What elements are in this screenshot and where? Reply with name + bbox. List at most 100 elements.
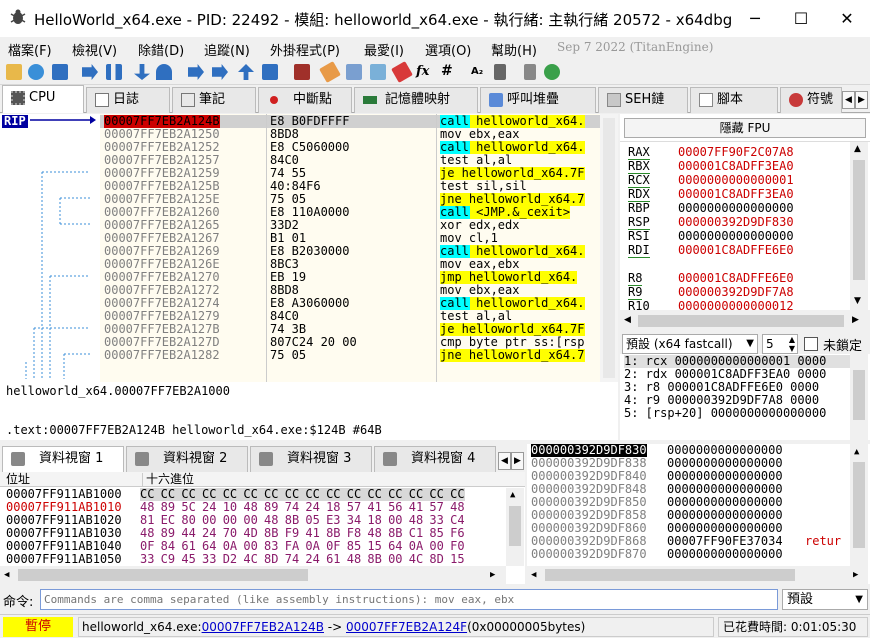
dump-hscrollbar-thumb[interactable] <box>18 569 308 581</box>
arguments-view[interactable]: 1: rcx 0000000000000001 0000 2: rdx 00000… <box>620 354 870 440</box>
stack-view[interactable]: 000000392D9DF830 0000000000000000 00000039… <box>527 444 870 584</box>
pause-icon[interactable] <box>106 64 122 80</box>
command-mode-select[interactable]: 預設 ▼ <box>782 589 868 610</box>
spinner-arrows-icon[interactable]: ▲ ▼ <box>789 335 795 353</box>
argument-count-spinner[interactable]: 5 ▲ ▼ <box>762 334 798 354</box>
dump-tab-scroll-right-button[interactable]: ▶ <box>511 452 524 470</box>
stop-icon[interactable] <box>52 64 68 80</box>
argument-row[interactable]: 1: rcx 0000000000000001 0000 <box>624 355 852 368</box>
trace-over-icon[interactable] <box>212 64 228 80</box>
registers-hscroll-left-icon[interactable]: ◀ <box>624 315 631 325</box>
tab-dump-4[interactable]: 資料視窗 4 <box>374 446 496 472</box>
hide-fpu-button[interactable]: 隱藏 FPU <box>624 118 866 138</box>
run-icon[interactable] <box>82 64 98 80</box>
tab-dump-1[interactable]: 資料視窗 1 <box>2 446 124 472</box>
registers-hscroll-right-icon[interactable]: ▶ <box>852 315 859 325</box>
status-to-link[interactable]: 00007FF7EB2A124F <box>346 620 467 634</box>
minimize-button[interactable]: ─ <box>732 0 778 37</box>
execute-till-return-icon[interactable] <box>238 64 254 80</box>
menu-help[interactable]: 幫助(H) <box>491 40 537 59</box>
register-name[interactable]: R9 <box>628 286 643 300</box>
disassembly-scrollbar-thumb[interactable] <box>603 118 615 378</box>
register-value[interactable]: 000001C8ADFF3EA0 <box>678 188 794 201</box>
stack-hscroll-left-icon[interactable]: ◀ <box>531 569 536 582</box>
arguments-scrollbar-thumb[interactable] <box>853 370 865 420</box>
step-over-icon[interactable] <box>156 64 172 80</box>
calculator-icon[interactable] <box>524 64 536 80</box>
register-value[interactable]: 000000392D9DF830 <box>678 216 794 229</box>
argument-row[interactable]: 4: r9 000000392D9DF7A8 0000 <box>624 394 852 407</box>
register-name[interactable]: RBX <box>628 160 650 174</box>
hash-icon[interactable]: # <box>441 63 453 79</box>
strings-icon[interactable] <box>494 64 506 80</box>
dump-hscroll-left-icon[interactable]: ◀ <box>4 569 9 582</box>
dump-row[interactable]: 00007FF911AB1050 33 C9 45 33 D2 4C 8D 74 … <box>0 553 506 566</box>
register-value[interactable]: 0000000000000001 <box>678 174 794 187</box>
tab-seh[interactable]: SEH鏈 <box>598 87 688 113</box>
stack-scrollbar-thumb[interactable] <box>853 462 865 548</box>
comments-icon[interactable] <box>346 64 362 80</box>
register-value[interactable]: 00007FF90F2C07A8 <box>678 146 794 159</box>
tab-cpu[interactable]: CPU <box>2 85 84 113</box>
argument-row[interactable]: 3: r8 000001C8ADFFE6E0 0000 <box>624 381 852 394</box>
dump-scroll-up-icon[interactable]: ▲ <box>510 489 515 502</box>
tab-breakpoints[interactable]: 中斷點 <box>258 87 352 113</box>
run-to-user-code-icon[interactable] <box>262 64 278 80</box>
register-name[interactable]: R8 <box>628 272 643 286</box>
register-value[interactable]: 000001C8ADFFE6E0 <box>678 272 794 285</box>
register-name[interactable]: RBP <box>628 202 650 215</box>
tab-notes[interactable]: 筆記 <box>172 87 256 113</box>
tab-log[interactable]: 日誌 <box>86 87 170 113</box>
arguments-scrollbar[interactable] <box>850 354 868 440</box>
register-value[interactable]: 000001C8ADFF3EA0 <box>678 160 794 173</box>
function-icon[interactable]: fx <box>416 64 429 79</box>
argument-row[interactable]: 2: rdx 000001C8ADFF3EA0 0000 <box>624 368 852 381</box>
register-name[interactable]: RDX <box>628 188 650 202</box>
stack-hscrollbar[interactable]: ◀ ▶ <box>527 566 868 584</box>
registers-scrollbar[interactable]: ▲ ▼ <box>850 142 868 310</box>
stack-scroll-up-icon[interactable]: ▲ <box>854 446 859 459</box>
dump-hscrollbar[interactable]: ◀ ▶ <box>0 566 506 584</box>
tab-dump-2[interactable]: 資料視窗 2 <box>126 446 248 472</box>
tab-scroll-left-button[interactable]: ◀ <box>842 91 855 109</box>
close-button[interactable]: ✕ <box>824 0 870 37</box>
menu-favourites[interactable]: 最愛(I) <box>364 40 404 59</box>
tab-symbols[interactable]: 符號 <box>780 87 842 113</box>
registers-scroll-down-icon[interactable]: ▼ <box>854 296 861 306</box>
menu-plugins[interactable]: 外掛程式(P) <box>270 40 340 59</box>
maximize-button[interactable]: ☐ <box>778 0 824 37</box>
font-icon[interactable]: A₂ <box>471 66 483 77</box>
register-value[interactable]: 000001C8ADFFE6E0 <box>678 244 794 257</box>
tab-memory-map[interactable]: 記憶體映射 <box>354 87 478 113</box>
dump-scrollbar[interactable]: ▲ <box>506 488 524 566</box>
dump-scrollbar-thumb[interactable] <box>509 506 521 546</box>
registers-view[interactable]: RAX 00007FF90F2C07A8 RBX 000001C8ADFF3EA0 RC… <box>620 114 870 314</box>
globe-icon[interactable] <box>544 64 560 80</box>
tab-dump-3[interactable]: 資料視窗 3 <box>250 446 372 472</box>
register-value[interactable]: 000000392D9DF7A8 <box>678 286 794 299</box>
restart-icon[interactable] <box>28 64 44 80</box>
menu-trace[interactable]: 追蹤(N) <box>204 40 250 59</box>
register-name[interactable]: RSI <box>628 230 650 243</box>
registers-scrollbar-thumb[interactable] <box>853 160 865 280</box>
register-name[interactable]: RCX <box>628 174 650 188</box>
step-into-icon[interactable] <box>134 64 150 80</box>
register-name[interactable]: RDI <box>628 244 650 258</box>
registers-hscrollbar[interactable]: ◀ ▶ <box>620 312 868 330</box>
tab-script[interactable]: 腳本 <box>690 87 778 113</box>
open-icon[interactable] <box>6 64 22 80</box>
registers-scroll-up-icon[interactable]: ▲ <box>854 144 861 154</box>
disassembly-view[interactable]: 00007FF7EB2A124B E8 B0FDFFFF call hellowor… <box>100 114 618 382</box>
stack-hscrollbar-thumb[interactable] <box>545 569 795 581</box>
register-value[interactable]: 0000000000000000 <box>678 202 794 215</box>
argument-row[interactable]: 5: [rsp+20] 0000000000000000 <box>624 407 852 420</box>
disassembly-row[interactable]: 00007FF7EB2A1282 75 05 jne helloworld_x64.… <box>100 349 618 362</box>
disassembly-scrollbar[interactable] <box>600 114 618 382</box>
stack-scrollbar[interactable]: ▲ <box>850 444 868 566</box>
register-name[interactable]: RSP <box>628 216 650 230</box>
stack-row[interactable]: 000000392D9DF870 0000000000000000 <box>527 548 852 561</box>
menu-debug[interactable]: 除錯(D) <box>138 40 184 59</box>
register-value[interactable]: 0000000000000000 <box>678 230 794 243</box>
stack-hscroll-right-icon[interactable]: ▶ <box>853 569 858 582</box>
register-name[interactable]: RAX <box>628 146 650 160</box>
